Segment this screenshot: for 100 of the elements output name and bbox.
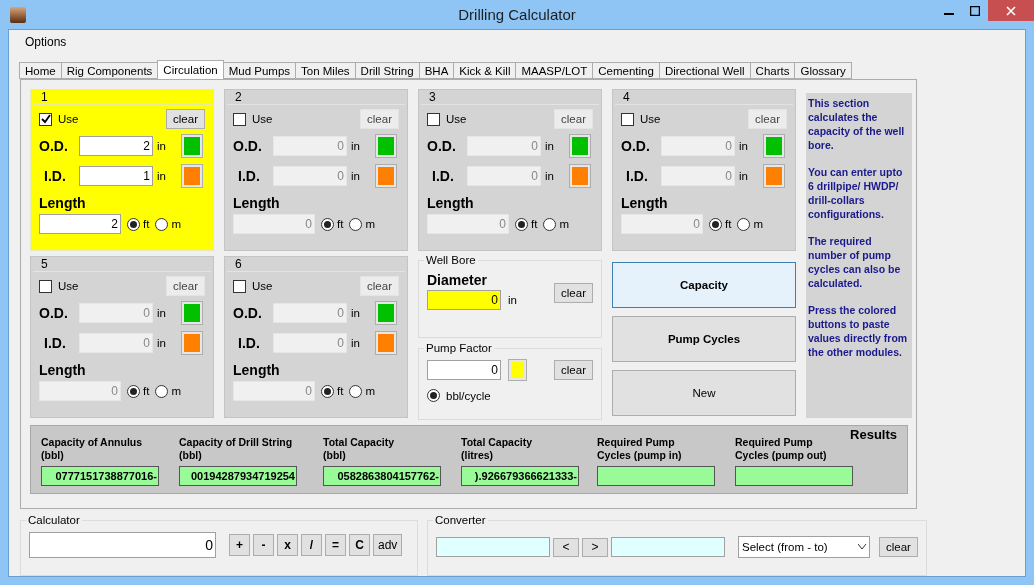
maximize-icon <box>970 5 980 16</box>
calculator-key[interactable]: = <box>325 534 346 556</box>
length-input[interactable]: 2 <box>39 214 121 234</box>
unit-radio[interactable] <box>349 217 363 231</box>
use-checkbox[interactable] <box>39 112 52 126</box>
clear-button[interactable]: clear <box>554 283 593 303</box>
clear-button[interactable]: clear <box>879 537 918 557</box>
tab[interactable]: Home <box>19 62 62 79</box>
unit-radio[interactable] <box>127 217 140 231</box>
calculator-display[interactable]: 0 <box>29 532 216 558</box>
clear-button[interactable]: clear <box>166 276 205 296</box>
panel-number: 3 <box>421 90 599 105</box>
od-label: O.D. <box>427 138 457 154</box>
use-checkbox[interactable] <box>233 279 246 293</box>
unit-radio[interactable] <box>427 389 440 402</box>
use-checkbox[interactable] <box>39 279 52 293</box>
unit-radio[interactable] <box>349 384 363 398</box>
use-label: Use <box>252 280 273 292</box>
unit-radio[interactable] <box>321 217 334 231</box>
unit-label: in <box>351 337 361 349</box>
unit-option-label: m <box>365 385 375 397</box>
action-button[interactable]: Capacity <box>612 262 796 308</box>
use-checkbox[interactable] <box>621 112 634 126</box>
result-label: Required Pump Cycles (pump out) <box>735 436 828 463</box>
unit-option-label: ft <box>337 385 344 397</box>
calculator-key[interactable]: x <box>277 534 298 556</box>
pump-factor-input[interactable]: 0 <box>427 360 501 380</box>
window-title: Drilling Calculator <box>458 6 577 23</box>
tab[interactable]: Cementing <box>592 62 660 79</box>
od-input[interactable]: 2 <box>79 136 153 156</box>
calculator-key[interactable]: / <box>301 534 322 556</box>
id-label: I.D. <box>43 168 67 184</box>
length-label: Length <box>621 195 669 211</box>
unit-label: in <box>157 337 167 349</box>
length-label: Length <box>39 362 87 378</box>
unit-radio[interactable] <box>127 384 140 398</box>
panel-number: 6 <box>227 257 405 272</box>
unit-option-label: ft <box>531 218 538 230</box>
converter-input[interactable] <box>436 537 550 557</box>
group-title: Well Bore <box>424 254 478 266</box>
tab[interactable]: Glossary <box>794 62 852 79</box>
calculator-key[interactable]: - <box>253 534 274 556</box>
od-label: O.D. <box>39 305 69 321</box>
tab[interactable]: Circulation <box>157 60 224 79</box>
unit-option-label: m <box>753 218 763 230</box>
length-label: Length <box>39 195 87 211</box>
arrow-button[interactable]: < <box>553 537 579 557</box>
od-label: O.D. <box>621 138 651 154</box>
unit-option-label: ft <box>143 385 150 397</box>
unit-option-label: m <box>365 218 375 230</box>
length-label: Length <box>233 195 281 211</box>
results-title: Results <box>850 427 897 442</box>
tab[interactable]: Drill String <box>354 62 420 79</box>
use-label: Use <box>58 113 79 125</box>
use-checkbox[interactable] <box>233 112 246 126</box>
tab[interactable]: Kick & Kill <box>453 62 517 79</box>
unit-label: in <box>157 307 167 319</box>
use-label: Use <box>640 113 661 125</box>
unit-radio[interactable] <box>737 217 751 231</box>
arrow-button[interactable]: > <box>582 537 608 557</box>
menu-item[interactable]: Options <box>23 33 69 51</box>
unit-option-label: m <box>171 218 181 230</box>
action-button[interactable]: Pump Cycles <box>612 316 796 362</box>
calculator-key[interactable]: + <box>229 534 250 556</box>
unit-option-label: m <box>559 218 569 230</box>
unit-select[interactable]: Select (from - to) <box>738 536 870 558</box>
unit-radio[interactable] <box>321 384 334 398</box>
close-icon <box>1006 5 1016 16</box>
od-label: O.D. <box>39 138 69 154</box>
calculator-key[interactable]: adv <box>373 534 403 556</box>
action-button[interactable]: New <box>612 370 796 416</box>
od-label: O.D. <box>233 305 263 321</box>
result-label: Total Capacity (bbl) <box>323 436 395 463</box>
use-checkbox[interactable] <box>427 112 440 126</box>
result-label: Capacity of Annulus (bbl) <box>41 436 144 463</box>
unit-radio[interactable] <box>155 384 169 398</box>
unit-radio[interactable] <box>709 217 722 231</box>
info-text: Press the colored buttons to paste values directly from the other modules. <box>808 303 909 359</box>
use-label: Use <box>58 280 79 292</box>
unit-radio[interactable] <box>155 217 169 231</box>
tab[interactable]: Directional Well <box>658 62 751 79</box>
clear-button[interactable]: clear <box>554 360 593 380</box>
tab[interactable]: Rig Components <box>60 62 159 79</box>
clear-button[interactable]: clear <box>166 109 205 129</box>
clear-button[interactable]: clear <box>748 109 787 129</box>
tab[interactable]: BHA <box>418 62 455 79</box>
clear-button[interactable]: clear <box>360 276 399 296</box>
tab[interactable]: Charts <box>749 62 796 79</box>
unit-label: in <box>508 294 518 306</box>
id-input[interactable]: 1 <box>79 166 153 186</box>
unit-radio[interactable] <box>543 217 557 231</box>
diameter-input[interactable]: 0 <box>427 290 501 310</box>
id-label: I.D. <box>237 335 261 351</box>
clear-button[interactable]: clear <box>554 109 593 129</box>
unit-radio[interactable] <box>515 217 528 231</box>
calculator-key[interactable]: C <box>349 534 370 556</box>
clear-button[interactable]: clear <box>360 109 399 129</box>
tab[interactable]: Ton Miles <box>295 62 356 79</box>
tab[interactable]: MAASP/LOT <box>515 62 594 79</box>
tab[interactable]: Mud Pumps <box>222 62 297 79</box>
